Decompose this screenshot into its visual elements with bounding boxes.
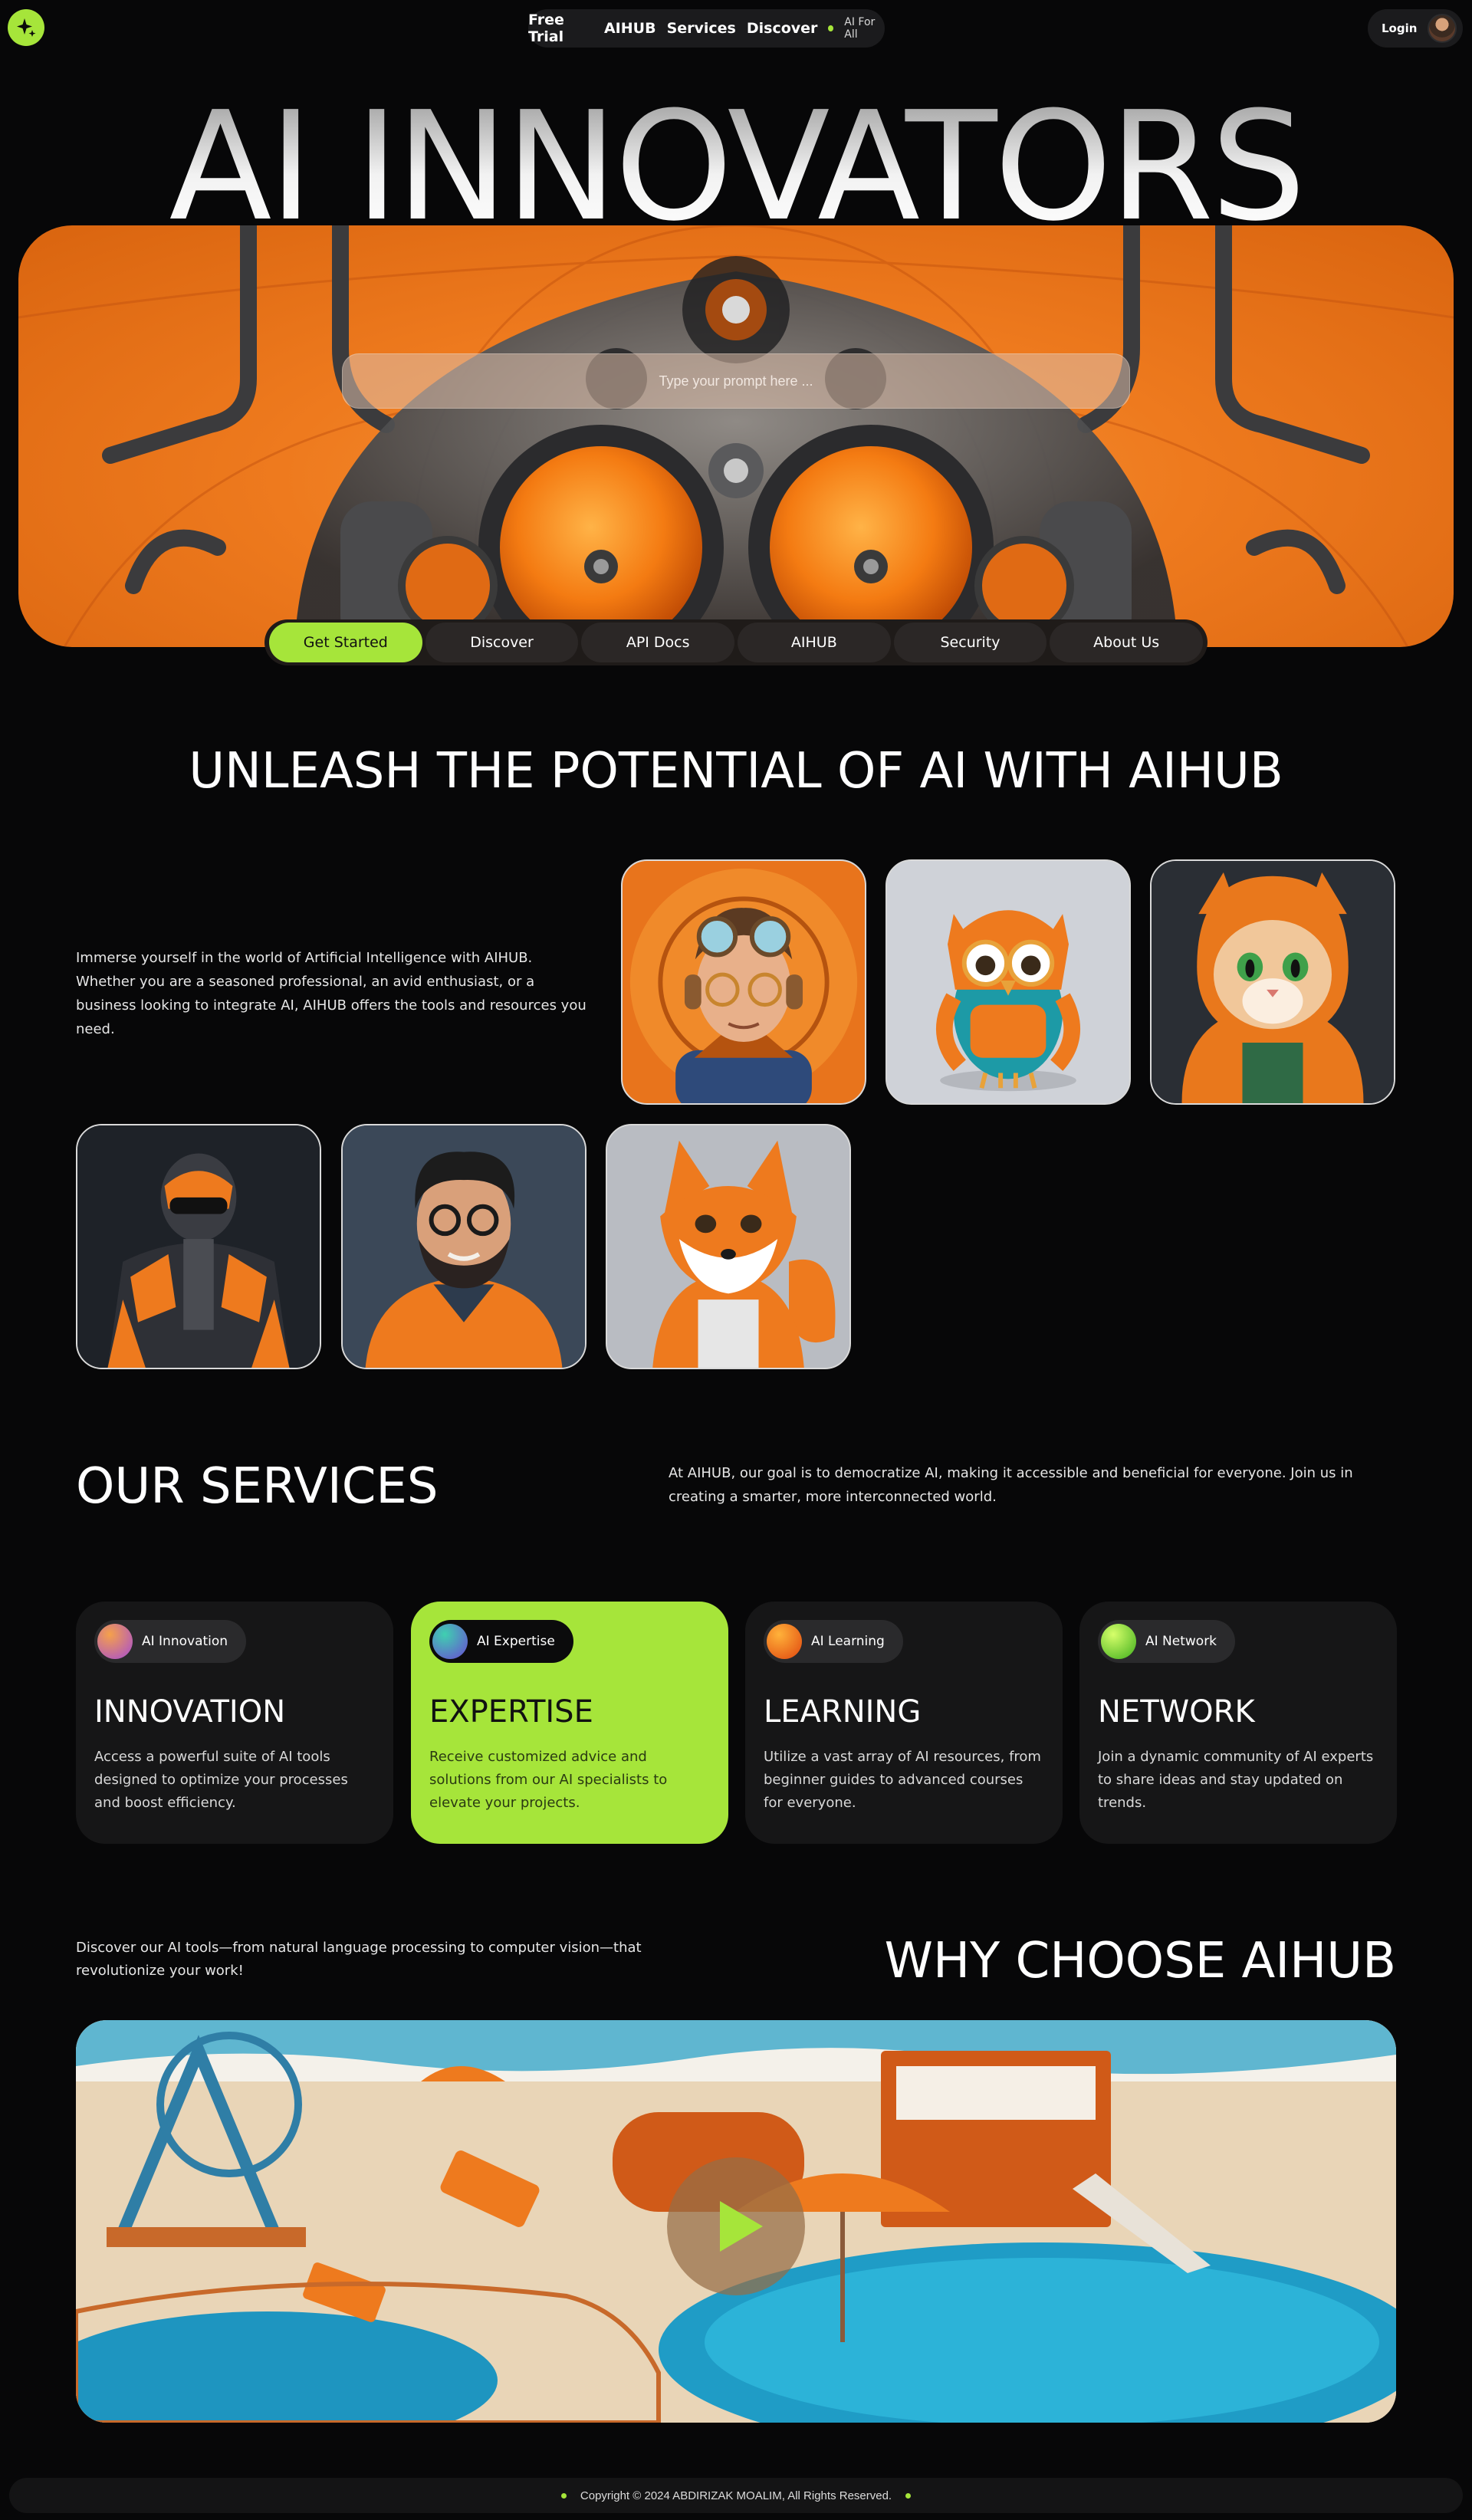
login-button[interactable]: Login xyxy=(1368,9,1463,48)
nav-link-aihub[interactable]: AIHUB xyxy=(604,20,656,37)
service-heading: EXPERTISE xyxy=(429,1694,593,1730)
service-text: Join a dynamic community of AI experts t… xyxy=(1098,1749,1374,1811)
nav-link-discover[interactable]: Discover xyxy=(747,20,818,37)
service-card-expertise[interactable]: AI Expertise EXPERTISE Receive customize… xyxy=(411,1602,728,1844)
gradient-orb-icon xyxy=(432,1624,468,1659)
tab-security[interactable]: Security xyxy=(893,623,1047,662)
play-icon xyxy=(720,2201,763,2252)
service-pill-label: AI Learning xyxy=(811,1634,885,1649)
service-pill-innovation[interactable]: AI Innovation xyxy=(94,1620,247,1663)
gradient-orb-icon xyxy=(1101,1624,1136,1659)
service-heading: NETWORK xyxy=(1098,1694,1255,1730)
service-heading: LEARNING xyxy=(764,1694,922,1730)
status-dot xyxy=(828,25,834,31)
play-button[interactable] xyxy=(667,2157,805,2295)
service-text: Utilize a vast array of AI resources, fr… xyxy=(764,1749,1041,1811)
character-card-fox[interactable] xyxy=(606,1124,851,1369)
services-description: At AIHUB, our goal is to democratize AI,… xyxy=(669,1465,1353,1505)
sparkle-icon xyxy=(17,18,36,37)
copyright-text: Copyright © 2024 ABDIRIZAK MOALIM, All R… xyxy=(580,2489,892,2502)
section-title-unleash: UNLEASH THE POTENTIAL OF AI WITH AIHUB xyxy=(189,743,1283,800)
tab-discover[interactable]: Discover xyxy=(425,623,579,662)
footer-dot xyxy=(560,2492,567,2499)
character-card-cat[interactable] xyxy=(1150,859,1395,1105)
section-title-services: OUR SERVICES xyxy=(76,1458,439,1515)
service-pill-network[interactable]: AI Network xyxy=(1098,1620,1236,1663)
nav-link-free-trial[interactable]: Free Trial xyxy=(528,11,593,45)
character-card-man[interactable] xyxy=(341,1124,586,1369)
character-card-robot[interactable] xyxy=(76,1124,321,1369)
bearded-man-image xyxy=(343,1125,585,1368)
tab-about-us[interactable]: About Us xyxy=(1050,623,1204,662)
robot-illustration xyxy=(18,225,1454,647)
service-pill-label: AI Expertise xyxy=(477,1634,555,1649)
service-pill-label: AI Innovation xyxy=(142,1634,228,1649)
nav-link-services[interactable]: Services xyxy=(667,20,736,37)
character-card-owl[interactable] xyxy=(886,859,1131,1105)
tab-aihub[interactable]: AIHUB xyxy=(738,623,891,662)
tab-get-started[interactable]: Get Started xyxy=(269,623,422,662)
footer-dot xyxy=(905,2492,912,2499)
hero-tab-bar: Get Started Discover API Docs AIHUB Secu… xyxy=(264,619,1208,665)
prompt-input[interactable] xyxy=(342,353,1130,409)
service-card-innovation[interactable]: AI Innovation INNOVATION Access a powerf… xyxy=(76,1602,393,1844)
service-heading: INNOVATION xyxy=(94,1694,286,1730)
intro-paragraph: Immerse yourself in the world of Artific… xyxy=(76,950,586,1037)
service-text: Access a powerful suite of AI tools desi… xyxy=(94,1749,348,1811)
service-text: Receive customized advice and solutions … xyxy=(429,1749,668,1811)
gradient-orb-icon xyxy=(767,1624,802,1659)
hero-title: AI INNOVATORS xyxy=(0,90,1472,244)
service-pill-learning[interactable]: AI Learning xyxy=(764,1620,903,1663)
gradient-orb-icon xyxy=(97,1624,133,1659)
service-card-network[interactable]: AI Network NETWORK Join a dynamic commun… xyxy=(1079,1602,1397,1844)
owl-image xyxy=(887,861,1129,1103)
service-pill-label: AI Network xyxy=(1145,1634,1217,1649)
armored-robot-image xyxy=(77,1125,320,1368)
login-label: Login xyxy=(1382,21,1418,35)
aviator-boy-image xyxy=(629,868,858,1103)
service-card-learning[interactable]: AI Learning LEARNING Utilize a vast arra… xyxy=(745,1602,1063,1844)
tab-api-docs[interactable]: API Docs xyxy=(581,623,735,662)
hero-banner-image xyxy=(18,225,1454,647)
discover-paragraph: Discover our AI tools—from natural langu… xyxy=(76,1940,642,1979)
logo-icon[interactable] xyxy=(8,9,44,46)
top-nav: Free Trial AIHUB Services Discover AI Fo… xyxy=(528,9,885,48)
nav-tagline: AI For All xyxy=(844,16,876,41)
cat-image xyxy=(1152,861,1394,1103)
footer: Copyright © 2024 ABDIRIZAK MOALIM, All R… xyxy=(9,2478,1463,2513)
avatar[interactable] xyxy=(1428,14,1457,43)
section-title-why: WHY CHOOSE AIHUB xyxy=(884,1933,1396,1989)
service-pill-expertise[interactable]: AI Expertise xyxy=(429,1620,573,1663)
character-card-aviator[interactable] xyxy=(621,859,866,1105)
fox-image xyxy=(607,1125,849,1368)
